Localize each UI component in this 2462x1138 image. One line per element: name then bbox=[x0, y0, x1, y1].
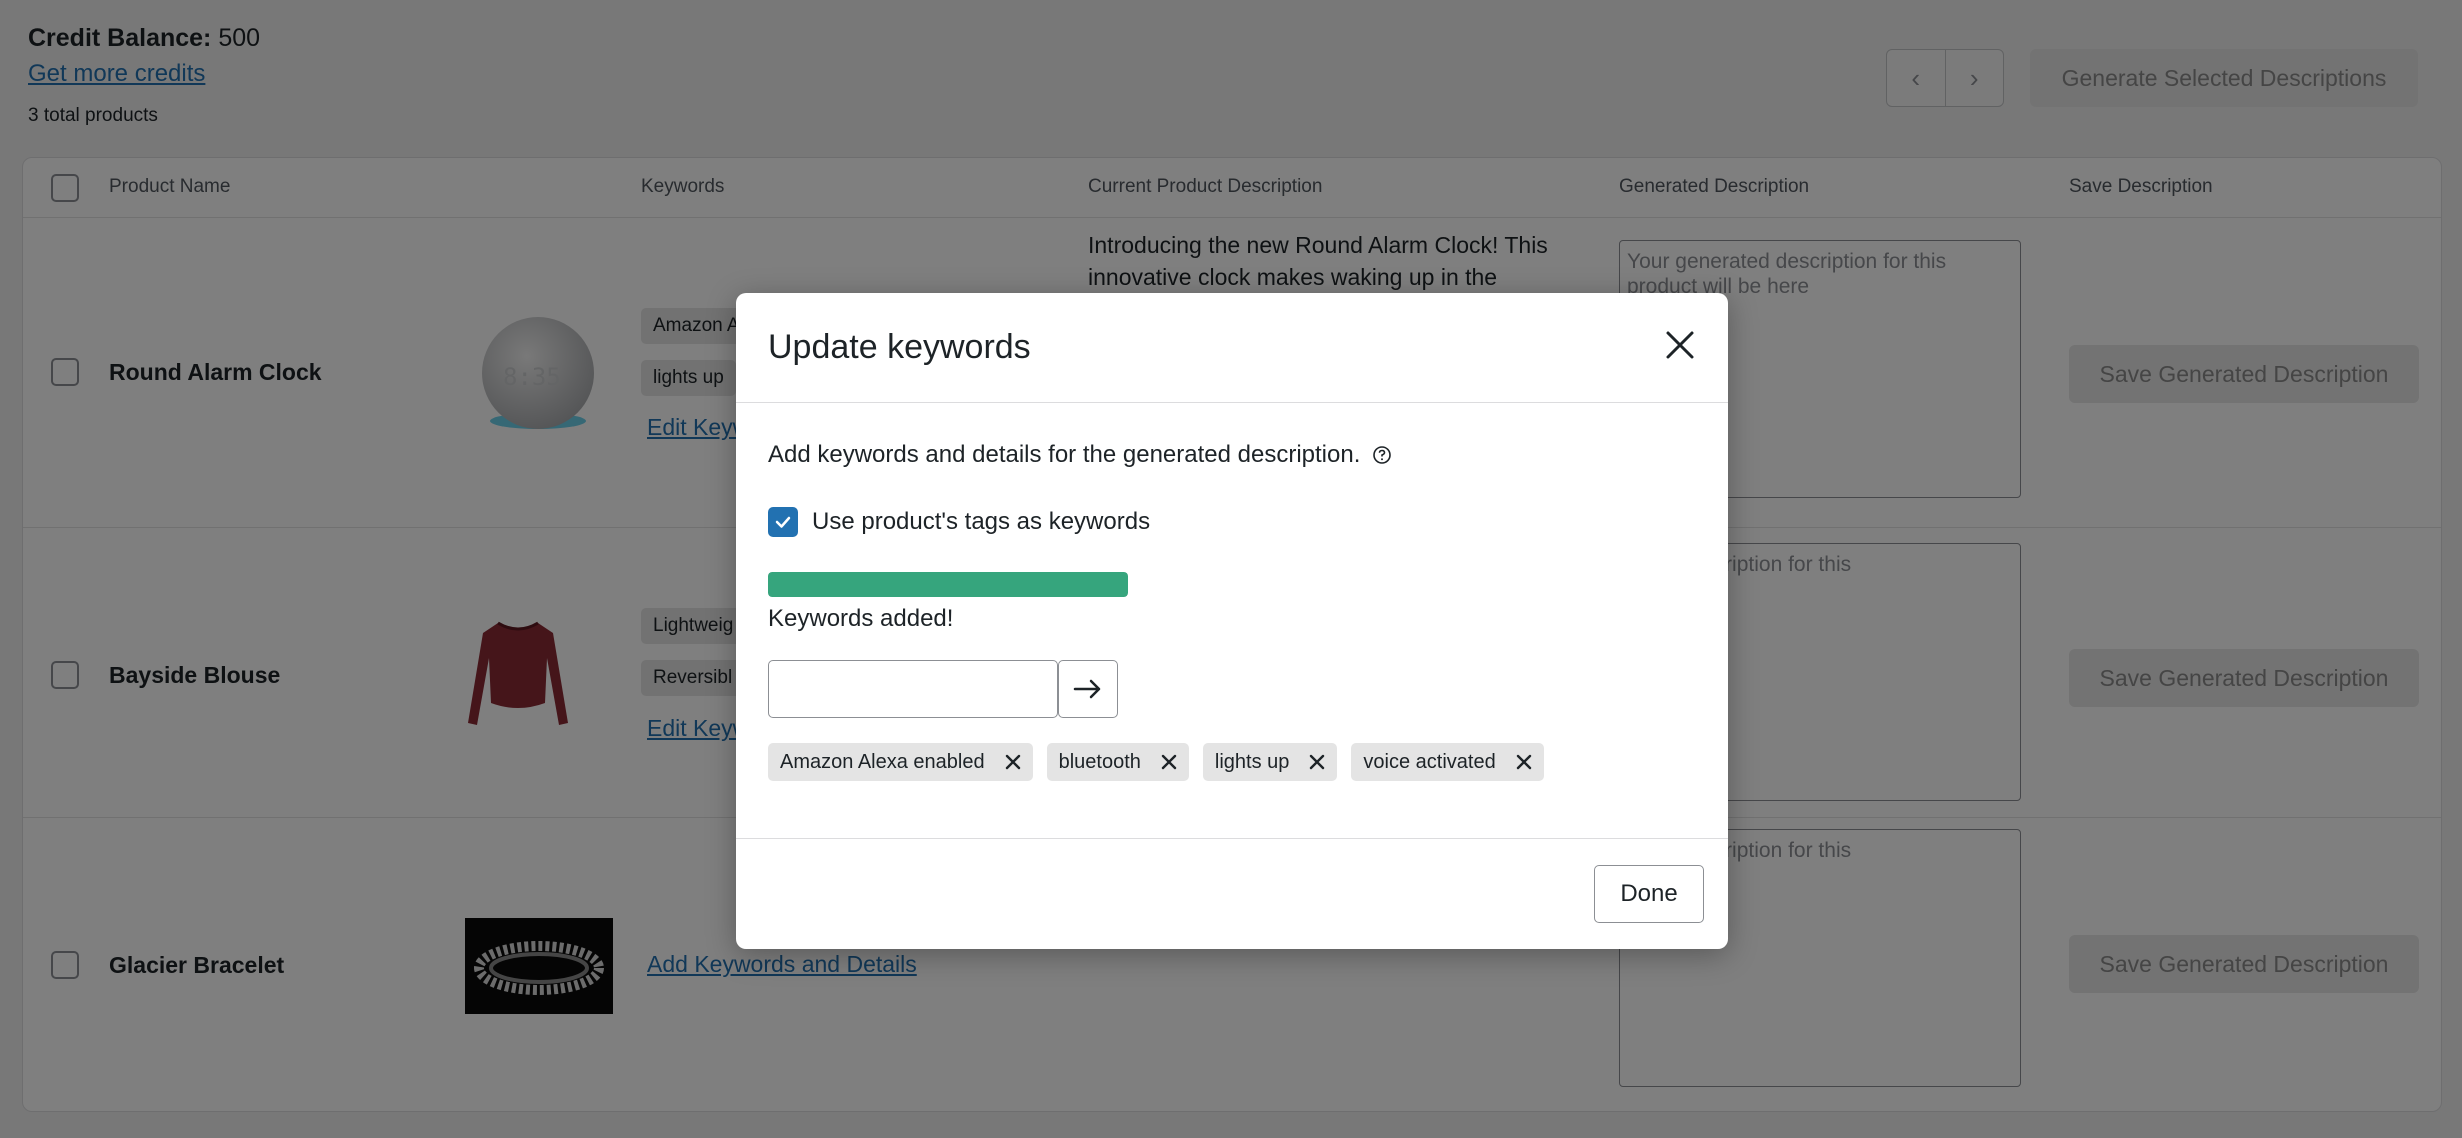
modal-header: Update keywords bbox=[736, 293, 1728, 403]
use-tags-option[interactable]: Use product's tags as keywords bbox=[768, 507, 1150, 537]
remove-keyword-icon[interactable] bbox=[1309, 754, 1325, 770]
keyword-chip-label: lights up bbox=[1214, 750, 1290, 773]
progress-fill bbox=[768, 572, 1128, 597]
help-icon[interactable] bbox=[1372, 445, 1392, 465]
keyword-chip: lights up bbox=[1202, 743, 1338, 781]
checkmark-icon bbox=[775, 516, 791, 528]
status-text: Keywords added! bbox=[768, 605, 954, 632]
keyword-input[interactable] bbox=[768, 660, 1058, 718]
progress-bar bbox=[768, 572, 1128, 597]
add-keyword-button[interactable] bbox=[1058, 660, 1118, 718]
keyword-chip-label: voice activated bbox=[1363, 750, 1496, 773]
close-icon[interactable] bbox=[1660, 325, 1700, 365]
update-keywords-modal: Update keywords Add keywords and details… bbox=[736, 293, 1728, 949]
keyword-chip: bluetooth bbox=[1046, 743, 1189, 781]
modal-description-text: Add keywords and details for the generat… bbox=[768, 441, 1361, 468]
keyword-chip-label: Amazon Alexa enabled bbox=[780, 750, 985, 773]
modal-description: Add keywords and details for the generat… bbox=[768, 441, 1392, 469]
arrow-right-icon bbox=[1073, 679, 1101, 699]
modal-title: Update keywords bbox=[768, 328, 1031, 366]
use-tags-checkbox[interactable] bbox=[768, 507, 798, 537]
remove-keyword-icon[interactable] bbox=[1005, 754, 1021, 770]
keyword-chips: Amazon Alexa enabled bluetooth lights up vo… bbox=[768, 743, 1544, 781]
done-button[interactable]: Done bbox=[1594, 865, 1704, 923]
keyword-chip-label: bluetooth bbox=[1058, 750, 1141, 773]
keyword-chip: Amazon Alexa enabled bbox=[768, 743, 1033, 781]
remove-keyword-icon[interactable] bbox=[1161, 754, 1177, 770]
modal-footer bbox=[736, 838, 1728, 839]
keyword-chip: voice activated bbox=[1351, 743, 1544, 781]
remove-keyword-icon[interactable] bbox=[1516, 754, 1532, 770]
use-tags-label: Use product's tags as keywords bbox=[812, 508, 1151, 535]
